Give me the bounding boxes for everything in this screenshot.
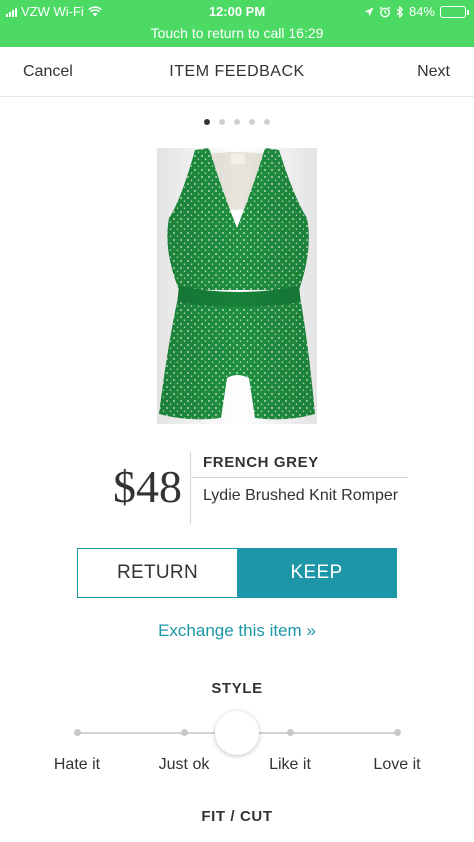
pager-dot[interactable] — [234, 119, 240, 125]
rating-option-love-it[interactable]: Love it — [352, 756, 442, 774]
exchange-item-link[interactable]: Exchange this item » — [0, 621, 474, 641]
fit-cut-section-title: FIT / CUT — [201, 808, 273, 825]
brand-divider — [190, 477, 408, 478]
status-right-group: 84% — [364, 4, 469, 19]
slider-tick — [394, 729, 401, 736]
pager-dot[interactable] — [219, 119, 225, 125]
pager-dot[interactable] — [204, 119, 210, 125]
bluetooth-icon — [396, 5, 404, 18]
pager-dot[interactable] — [264, 119, 270, 125]
status-row: VZW Wi-Fi 12:00 PM 84% — [0, 4, 474, 22]
pager-dot[interactable] — [249, 119, 255, 125]
rating-option-hate-it[interactable]: Hate it — [32, 756, 122, 774]
slider-thumb[interactable] — [215, 711, 259, 755]
return-keep-toggle: RETURN KEEP — [77, 548, 397, 598]
price-divider — [190, 452, 191, 524]
status-bar: VZW Wi-Fi 12:00 PM 84% Touch to return t… — [0, 0, 474, 47]
slider-tick — [287, 729, 294, 736]
return-button[interactable]: RETURN — [78, 549, 237, 597]
style-scale-labels: Hate it Just ok Like it Love it — [0, 756, 474, 776]
cancel-button[interactable]: Cancel — [23, 63, 73, 81]
item-price: $48 — [113, 461, 182, 512]
rating-option-just-ok[interactable]: Just ok — [139, 756, 229, 774]
slider-tick — [74, 729, 81, 736]
item-brand: FRENCH GREY — [203, 454, 319, 471]
rating-option-like-it[interactable]: Like it — [245, 756, 335, 774]
slider-tick — [181, 729, 188, 736]
location-arrow-icon — [364, 7, 374, 16]
style-rating-slider[interactable] — [60, 711, 414, 755]
battery-icon — [440, 5, 469, 18]
image-pager — [0, 119, 474, 125]
green-romper-image[interactable] — [137, 140, 337, 430]
style-section-title: STYLE — [211, 680, 263, 697]
item-name: Lydie Brushed Knit Romper — [203, 487, 399, 504]
keep-button[interactable]: KEEP — [237, 549, 396, 597]
next-button[interactable]: Next — [417, 63, 450, 81]
return-to-call-banner[interactable]: Touch to return to call 16:29 — [0, 25, 474, 41]
battery-percent: 84% — [408, 4, 435, 19]
nav-bar: Cancel ITEM FEEDBACK Next — [0, 47, 474, 97]
alarm-icon — [379, 6, 391, 17]
